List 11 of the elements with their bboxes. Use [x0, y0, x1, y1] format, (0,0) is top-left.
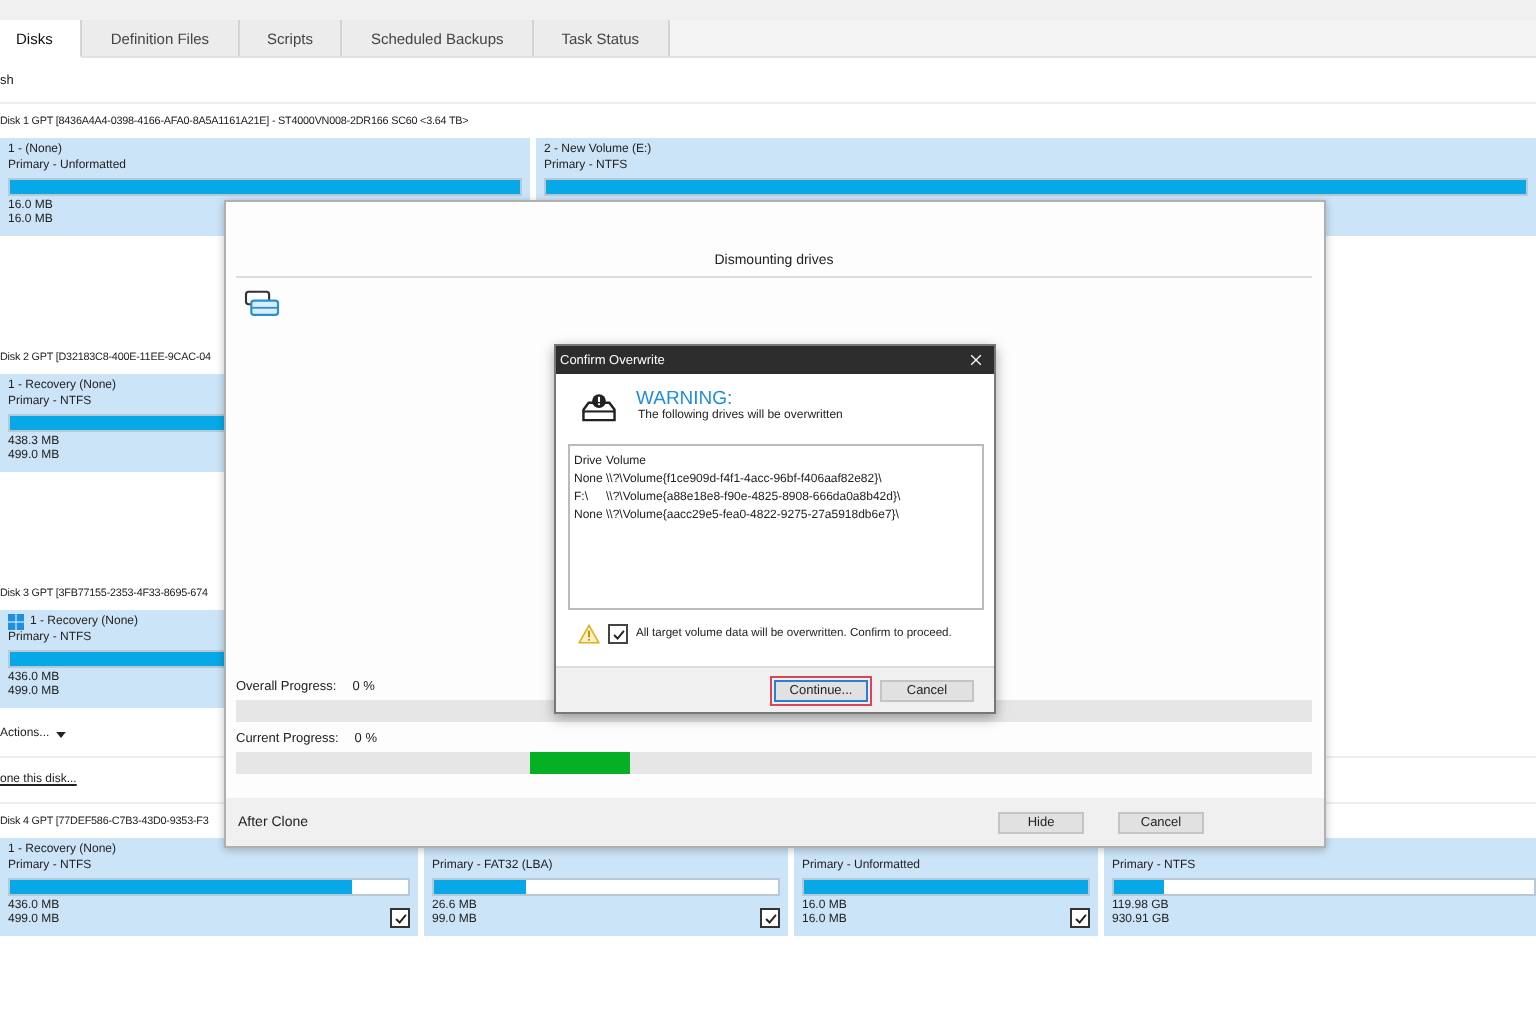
drive-warning-icon — [580, 392, 618, 424]
activity-marquee — [530, 752, 630, 774]
confirm-checkbox[interactable] — [608, 624, 628, 644]
partition-checkbox[interactable] — [390, 908, 410, 928]
caret-icon — [55, 731, 66, 737]
close-icon[interactable] — [970, 354, 982, 366]
warning-heading: WARNING: — [636, 388, 733, 410]
partition-checkbox[interactable] — [760, 908, 780, 928]
warning-icon — [578, 624, 600, 644]
drives-icon — [244, 290, 280, 322]
partition-checkbox[interactable] — [1070, 908, 1090, 928]
